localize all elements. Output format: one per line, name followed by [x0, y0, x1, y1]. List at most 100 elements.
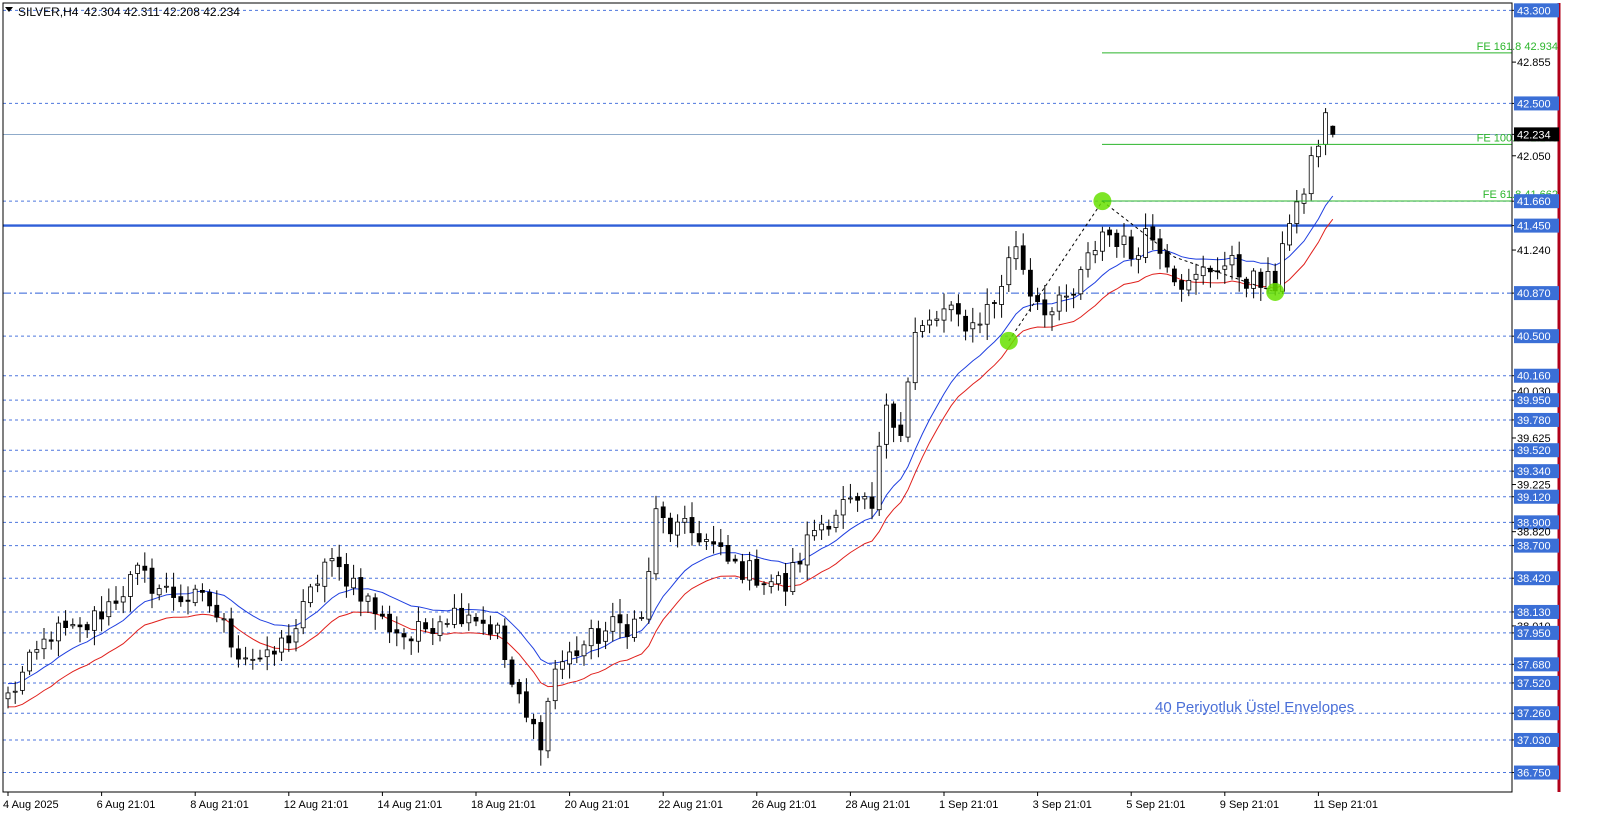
candle-body [1064, 295, 1069, 298]
time-tick-label: 9 Sep 21:01 [1220, 799, 1279, 811]
candle-body [682, 517, 688, 523]
pivot-marker[interactable] [999, 331, 1018, 350]
candle-body [1330, 125, 1336, 135]
candle-body [797, 560, 803, 565]
candle-body [653, 508, 659, 575]
candle-body [1114, 232, 1120, 247]
candle-body [574, 650, 580, 657]
price-tick-label: 38.820 [1517, 527, 1551, 539]
candle-body [430, 628, 436, 634]
candle-body [934, 318, 940, 321]
candle-body [221, 618, 227, 621]
candle-body [610, 616, 616, 632]
candle-body [920, 325, 925, 332]
candle-body [207, 592, 213, 607]
price-level-label: 39.780 [1517, 415, 1551, 427]
candle-body [790, 562, 796, 593]
candle-body [1308, 155, 1314, 195]
price-level-label: 43.300 [1517, 5, 1551, 17]
candle-body [178, 596, 184, 603]
candle-body [163, 585, 169, 588]
candle-body [984, 304, 990, 325]
candle-body [869, 496, 875, 509]
candle-body [740, 561, 745, 580]
candle-body [1143, 228, 1148, 258]
candle-body [437, 621, 443, 636]
candle-body [956, 303, 961, 315]
candle-body [1013, 246, 1019, 260]
candle-body [1164, 251, 1170, 268]
candle-body [1193, 273, 1199, 280]
candle-body [401, 633, 407, 638]
candle-body [516, 682, 522, 695]
candle-body [675, 521, 680, 536]
candle-body [156, 588, 162, 596]
candle-body [48, 639, 54, 642]
candle-body [1179, 280, 1184, 290]
price-tick-label: 42.050 [1517, 151, 1551, 163]
time-tick-label: 28 Aug 21:01 [845, 799, 910, 811]
price-level-label: 42.500 [1517, 98, 1551, 110]
price-level-label: 39.120 [1517, 492, 1551, 504]
candle-body [992, 302, 997, 304]
candle-body [711, 541, 716, 545]
candle-body [1323, 112, 1328, 145]
candle-body [379, 613, 385, 617]
candle-body [660, 506, 666, 519]
price-chart[interactable]: FE 161.8 42.934FE 100.0 42.148FE 61.8 41… [0, 0, 1614, 840]
time-tick-label: 12 Aug 21:01 [284, 799, 349, 811]
candle-body [1222, 265, 1228, 270]
candle-body [1078, 269, 1084, 295]
candle-body [77, 624, 83, 628]
candle-body [768, 581, 774, 587]
candle-body [1287, 223, 1292, 246]
pivot-marker[interactable] [1266, 282, 1285, 301]
candle-body [927, 319, 932, 326]
last-price-label: 42.234 [1517, 129, 1551, 141]
time-tick-label: 3 Sep 21:01 [1033, 799, 1092, 811]
candle-body [552, 668, 558, 702]
candle-body [1121, 235, 1127, 245]
candle-body [776, 575, 781, 585]
price-tick-label: 41.240 [1517, 245, 1551, 257]
candle-body [862, 496, 868, 500]
candle-body [228, 618, 234, 648]
candle-body [84, 624, 90, 631]
price-level-label: 37.520 [1517, 678, 1551, 690]
candle-body [127, 574, 133, 597]
candle-body [358, 577, 364, 602]
candle-body [423, 622, 429, 630]
price-tick-label: 42.855 [1517, 57, 1551, 69]
candle-body [963, 315, 968, 332]
candle-body [819, 523, 824, 531]
candle-body [1128, 236, 1134, 260]
time-tick-label: 22 Aug 21:01 [658, 799, 723, 811]
candle-body [1085, 252, 1091, 270]
candle-body [509, 659, 515, 685]
candle-body [473, 616, 479, 622]
candle-body [689, 517, 695, 534]
chart-header: SILVER,H4 42.304 42.311 42.208 42.234 [5, 5, 240, 19]
candle-body [1092, 250, 1098, 256]
candle [545, 697, 551, 759]
candle-body [603, 630, 608, 642]
candle-body [351, 577, 357, 589]
candle-body [531, 718, 536, 725]
candle-body [632, 618, 637, 638]
candle-body [1049, 311, 1055, 316]
price-level-label: 39.340 [1517, 466, 1551, 478]
candle-body [92, 610, 97, 631]
candle-body [804, 534, 810, 566]
time-tick-label: 20 Aug 21:01 [565, 799, 630, 811]
candle-body [898, 424, 904, 436]
price-level-label: 38.130 [1517, 607, 1551, 619]
candle-body [56, 622, 61, 642]
candle-body [696, 533, 702, 543]
envelope-annotation: 40 Periyotluk Üstel Envelopes [1155, 698, 1354, 716]
candle-body [761, 583, 767, 586]
candle-body [502, 625, 508, 661]
candle-body [812, 530, 817, 537]
candle-body [1006, 257, 1012, 286]
time-tick-label: 11 Sep 21:01 [1313, 799, 1378, 811]
candle-body [545, 700, 551, 752]
